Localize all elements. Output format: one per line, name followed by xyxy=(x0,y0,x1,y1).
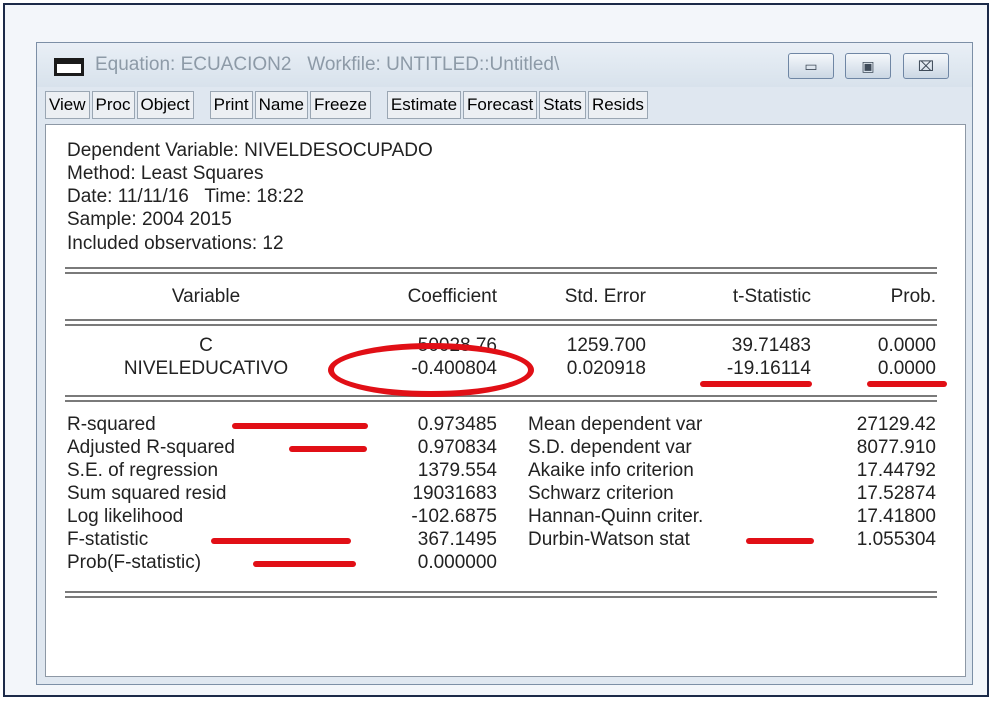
stat-value: 19031683 xyxy=(412,483,497,504)
stat-value: -102.6875 xyxy=(411,506,497,527)
col-std-error: Std. Error xyxy=(564,286,646,307)
sample-line: Sample: 2004 2015 xyxy=(67,209,232,230)
row-niveleducativo-prob: 0.0000 xyxy=(877,358,936,379)
window-icon xyxy=(54,58,84,76)
col-coefficient: Coefficient xyxy=(407,286,497,307)
dependent-variable-line: Dependent Variable: NIVELDESOCUPADO xyxy=(67,140,433,161)
screenshot-frame: Equation: ECUACION2 Workfile: UNTITLED::… xyxy=(3,3,989,697)
row-niveleducativo-std-error: 0.020918 xyxy=(566,358,646,379)
stat-label: Prob(F-statistic) xyxy=(67,552,202,573)
output-pane[interactable]: Dependent Variable: NIVELDESOCUPADO Meth… xyxy=(45,124,966,677)
stat-label: Akaike info criterion xyxy=(528,460,694,481)
method-line: Method: Least Squares xyxy=(67,163,264,184)
stat-label: Hannan-Quinn criter. xyxy=(528,506,704,527)
minimize-icon: ▭ xyxy=(804,58,818,74)
stat-label: Durbin-Watson stat xyxy=(528,529,690,550)
name-button[interactable]: Name xyxy=(254,91,308,119)
row-c-prob: 0.0000 xyxy=(877,335,936,356)
stat-label: Mean dependent var xyxy=(528,414,703,435)
toolbar: View Proc Object Print Name Freeze Estimate For… xyxy=(45,91,650,119)
underline-mark xyxy=(232,423,368,429)
stat-label: R-squared xyxy=(67,414,156,435)
stat-value: 0.973485 xyxy=(417,414,497,435)
maximize-button[interactable]: ▣ xyxy=(845,53,891,79)
view-button[interactable]: View xyxy=(45,91,90,119)
underline-mark xyxy=(253,561,356,567)
stat-value: 8077.910 xyxy=(856,437,936,458)
stat-value: 367.1495 xyxy=(417,529,497,550)
table-rule xyxy=(65,319,937,326)
stat-label: F-statistic xyxy=(67,529,149,550)
stat-value: 0.970834 xyxy=(417,437,497,458)
row-c-variable: C xyxy=(199,335,213,356)
freeze-button[interactable]: Freeze xyxy=(309,91,371,119)
close-button[interactable]: ⌧ xyxy=(903,53,949,79)
stat-value: 17.44792 xyxy=(856,460,936,481)
underline-mark xyxy=(700,381,812,387)
underline-mark xyxy=(289,446,367,452)
proc-button[interactable]: Proc xyxy=(91,91,135,119)
equation-window: Equation: ECUACION2 Workfile: UNTITLED::… xyxy=(36,42,973,685)
stat-value: 0.000000 xyxy=(417,552,497,573)
row-c-std-error: 1259.700 xyxy=(566,335,646,356)
underline-mark xyxy=(211,538,351,544)
underline-mark xyxy=(746,538,814,544)
stat-label: S.E. of regression xyxy=(67,460,219,481)
window-title: Equation: ECUACION2 Workfile: UNTITLED::… xyxy=(95,54,560,75)
table-rule xyxy=(65,591,937,598)
stat-label: Adjusted R-squared xyxy=(67,437,235,458)
close-icon: ⌧ xyxy=(917,58,935,74)
object-button[interactable]: Object xyxy=(136,91,194,119)
highlight-ellipse xyxy=(328,343,534,397)
stat-label: Sum squared resid xyxy=(67,483,227,504)
stat-value: 27129.42 xyxy=(856,414,936,435)
table-rule xyxy=(65,395,937,402)
stat-label: Log likelihood xyxy=(67,506,184,527)
minimize-button[interactable]: ▭ xyxy=(788,53,834,79)
underline-mark xyxy=(867,381,947,387)
stat-value: 17.41800 xyxy=(856,506,936,527)
col-variable: Variable xyxy=(171,286,241,307)
row-niveleducativo-variable: NIVELEDUCATIVO xyxy=(123,358,289,379)
observations-line: Included observations: 12 xyxy=(67,233,284,254)
stat-value: 1.055304 xyxy=(856,529,936,550)
row-niveleducativo-t-statistic: -19.16114 xyxy=(726,358,811,379)
col-prob: Prob. xyxy=(890,286,936,307)
row-c-t-statistic: 39.71483 xyxy=(731,335,811,356)
forecast-button[interactable]: Forecast xyxy=(463,91,538,119)
title-bar[interactable]: Equation: ECUACION2 Workfile: UNTITLED::… xyxy=(37,43,972,87)
col-t-statistic: t-Statistic xyxy=(732,286,811,307)
stat-label: S.D. dependent var xyxy=(528,437,692,458)
print-button[interactable]: Print xyxy=(209,91,253,119)
stat-value: 17.52874 xyxy=(856,483,936,504)
date-line: Date: 11/11/16 Time: 18:22 xyxy=(67,186,304,207)
stat-label: Schwarz criterion xyxy=(528,483,674,504)
estimate-button[interactable]: Estimate xyxy=(386,91,462,119)
maximize-icon: ▣ xyxy=(861,58,875,74)
stat-value: 1379.554 xyxy=(417,460,497,481)
table-rule xyxy=(65,267,937,274)
stats-button[interactable]: Stats xyxy=(539,91,586,119)
resids-button[interactable]: Resids xyxy=(587,91,648,119)
